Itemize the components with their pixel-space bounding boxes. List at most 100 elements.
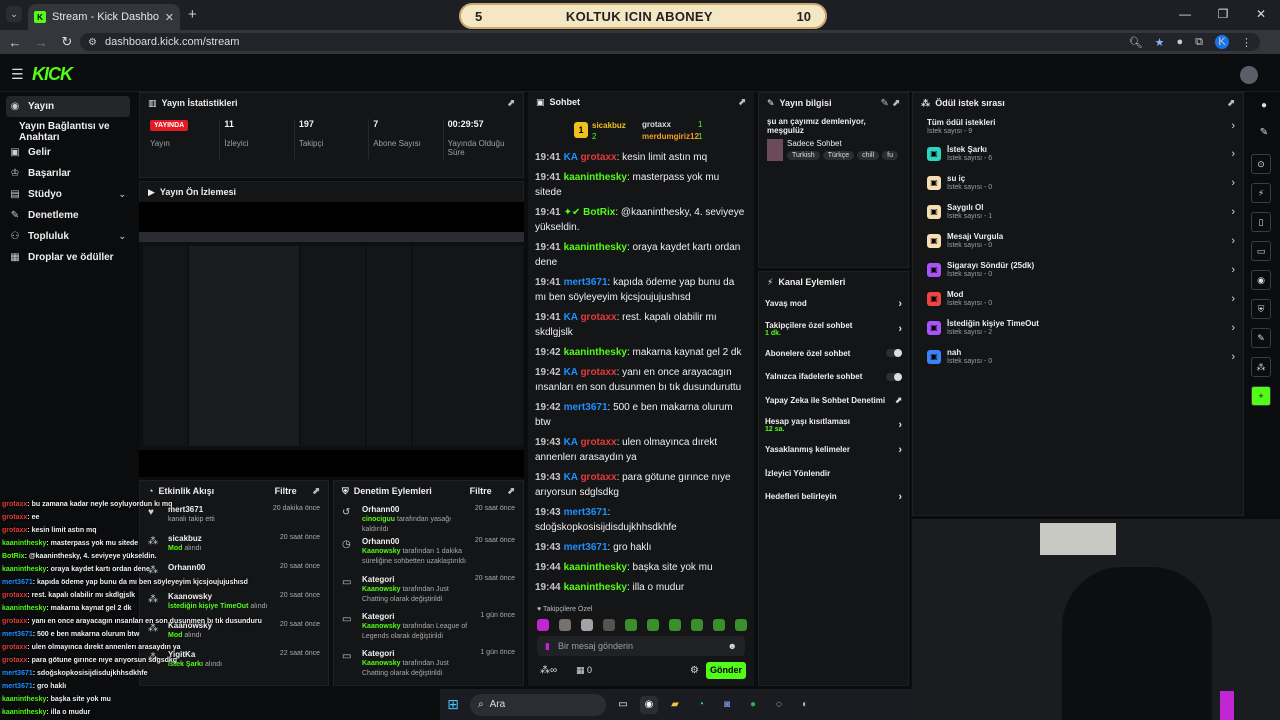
message-user[interactable]: kaaninthesky [564, 172, 627, 183]
edge-icon[interactable]: ◔ [692, 696, 710, 714]
reload-icon[interactable]: ↻ [54, 34, 80, 50]
filter-button[interactable]: Filtre [470, 486, 492, 496]
channel-action-row[interactable]: Hesap yaşı kısıtlaması 12 sa. › [759, 412, 908, 438]
lightning-rail-icon[interactable]: ⚡ [1251, 183, 1271, 203]
points-icon[interactable]: ⁂∞ [540, 665, 557, 676]
emote-icon[interactable] [735, 619, 747, 631]
back-icon[interactable]: ← [2, 35, 28, 50]
task-view-icon[interactable]: ▭ [614, 696, 632, 714]
sidebar-item-yayin[interactable]: ◉ Yayın [6, 96, 130, 117]
spotify-icon[interactable]: ● [744, 696, 762, 714]
message-user[interactable]: mert3671 [564, 402, 608, 413]
message-user[interactable]: grotaxx [580, 472, 616, 483]
rail-button-icon[interactable]: ⊙ [1251, 154, 1271, 174]
popout-icon[interactable]: ⬈ [738, 97, 746, 108]
message-user[interactable]: kaaninthesky [564, 347, 627, 358]
emote-icon[interactable] [603, 619, 615, 631]
message-user[interactable]: grotaxx [580, 367, 616, 378]
hamburger-menu-icon[interactable]: ☰ [11, 66, 24, 83]
reward-item[interactable]: ▣ nah İstek sayısı - 0 › [919, 342, 1243, 371]
tab-search-icon[interactable]: ⌄ [6, 6, 22, 22]
channel-action-row[interactable]: Yapay Zeka ile Sohbet Denetimi ⬈ [759, 389, 908, 413]
edit-icon[interactable]: ✎ ⬈ [880, 98, 900, 109]
bookmark-star-icon[interactable]: ★ [1155, 36, 1165, 49]
close-tab-icon[interactable]: ✕ [165, 11, 174, 24]
channel-action-row[interactable]: Yavaş mod › [759, 292, 908, 316]
stream-preview-video[interactable] [139, 202, 524, 477]
popout-icon[interactable]: ⬈ [507, 98, 515, 109]
chat-input[interactable]: ▮ Bir mesaj gönderin ☻ [537, 636, 745, 656]
channel-action-row[interactable]: Yalnızca ifadelerle sohbet [759, 365, 908, 389]
reward-item[interactable]: ▣ İstediğin kişiye TimeOut İstek sayısı - … [919, 313, 1243, 342]
sidebar-item-basarilar[interactable]: ♔ Başarılar [0, 163, 136, 184]
extension-icon[interactable]: ● [1176, 36, 1183, 48]
channel-action-row[interactable]: Takipçilere özel sohbet 1 dk. › [759, 316, 908, 342]
site-info-icon[interactable]: ⚙ [88, 37, 97, 48]
app-icon[interactable]: ◌ [770, 696, 788, 714]
user-avatar[interactable] [1240, 66, 1258, 84]
channel-action-row[interactable]: Abonelere özel sohbet [759, 342, 908, 366]
reward-item[interactable]: ▣ Saygılı Ol İstek sayısı - 1 › [919, 197, 1243, 226]
reward-all[interactable]: Tüm ödül istekleri İstek sayısı - 9 › [913, 113, 1243, 139]
emote-icon[interactable] [581, 619, 593, 631]
close-window-icon[interactable]: ✕ [1242, 0, 1280, 30]
forward-icon[interactable]: → [28, 35, 54, 50]
emote-icon[interactable] [559, 619, 571, 631]
shield-rail-icon[interactable]: ⛨ [1251, 299, 1271, 319]
message-user[interactable]: kaaninthesky [564, 242, 627, 253]
emoji-icon[interactable]: ☻ [728, 641, 737, 651]
emote-icon[interactable] [713, 619, 725, 631]
emote-icon[interactable] [647, 619, 659, 631]
discord-icon[interactable]: ◙ [718, 696, 736, 714]
reward-item[interactable]: ▣ Sigarayı Söndür (25dk) İstek sayısı - 0 › [919, 255, 1243, 284]
kick-logo[interactable]: KICK [32, 64, 73, 85]
emote-icon[interactable] [691, 619, 703, 631]
steam-icon[interactable]: ◐ [796, 696, 814, 714]
reward-item[interactable]: ▣ Mesajı Vurgula İstek sayısı - 0 › [919, 226, 1243, 255]
message-user[interactable]: mert3671 [564, 277, 608, 288]
book-rail-icon[interactable]: ▯ [1251, 212, 1271, 232]
chat-settings-icon[interactable]: ⚙ [690, 665, 699, 676]
windows-start-icon[interactable]: ⊞ [444, 696, 462, 714]
emote-icon[interactable] [625, 619, 637, 631]
channel-action-row[interactable]: Hedefleri belirleyin › [759, 485, 908, 509]
gift-count[interactable]: ▦ 0 [576, 665, 592, 676]
message-user[interactable]: mert3671 [564, 507, 608, 518]
zoom-icon[interactable]: 🔍︎ [1129, 36, 1143, 49]
taskbar-search[interactable]: ⌕ Ara [470, 693, 606, 716]
file-explorer-icon[interactable]: ▰ [666, 696, 684, 714]
sidebar-item-gelir[interactable]: ▣ Gelir [0, 142, 136, 163]
sidebar-item-stream-key[interactable]: Yayın Bağlantısı ve Anahtarı [0, 121, 136, 143]
minimize-icon[interactable]: — [1166, 0, 1204, 30]
account-avatar[interactable]: K [1215, 35, 1229, 49]
extensions-puzzle-icon[interactable]: ⧉ [1195, 36, 1203, 49]
send-button[interactable]: Gönder [706, 662, 746, 679]
sidebar-item-denetleme[interactable]: ✎ Denetleme [0, 205, 136, 226]
channel-action-row[interactable]: İzleyici Yönlendir [759, 462, 908, 486]
url-text[interactable]: dashboard.kick.com/stream [105, 36, 240, 48]
emote-icon[interactable] [537, 619, 549, 631]
message-user[interactable]: grotaxx [580, 437, 616, 448]
message-user[interactable]: kaaninthesky [564, 582, 627, 593]
wrench-rail-icon[interactable]: ✎ [1251, 328, 1271, 348]
message-user[interactable]: mert3671 [564, 542, 608, 553]
message-user[interactable]: grotaxx [580, 152, 616, 163]
filter-button[interactable]: Filtre [275, 486, 297, 496]
new-tab-icon[interactable]: + [188, 6, 197, 23]
sidebar-item-droplar[interactable]: ▦ Droplar ve ödüller [0, 247, 136, 268]
sidebar-item-studyo[interactable]: ▤ Stüdyo ⌄ [0, 184, 136, 205]
popout-icon[interactable]: ⬈ [1227, 98, 1235, 109]
chrome-icon[interactable]: ◉ [640, 695, 658, 714]
browser-tab[interactable]: K Stream - Kick Dashboard ✕ [28, 4, 180, 30]
restore-icon[interactable]: ❐ [1204, 0, 1242, 30]
toggle-switch[interactable] [886, 372, 902, 381]
message-user[interactable]: BotRix [583, 207, 615, 218]
add-widget-icon[interactable]: + [1251, 386, 1271, 406]
sidebar-item-topluluk[interactable]: ⚇ Topluluk ⌄ [0, 226, 136, 247]
gift-rail-icon[interactable]: ⁂ [1251, 357, 1271, 377]
popout-icon[interactable]: ⬈ [312, 486, 320, 497]
toggle-switch[interactable] [886, 349, 902, 358]
popout-icon[interactable]: ⬈ [507, 486, 515, 497]
reward-item[interactable]: ▣ su iç İstek sayısı - 0 › [919, 168, 1243, 197]
emote-icon[interactable] [669, 619, 681, 631]
